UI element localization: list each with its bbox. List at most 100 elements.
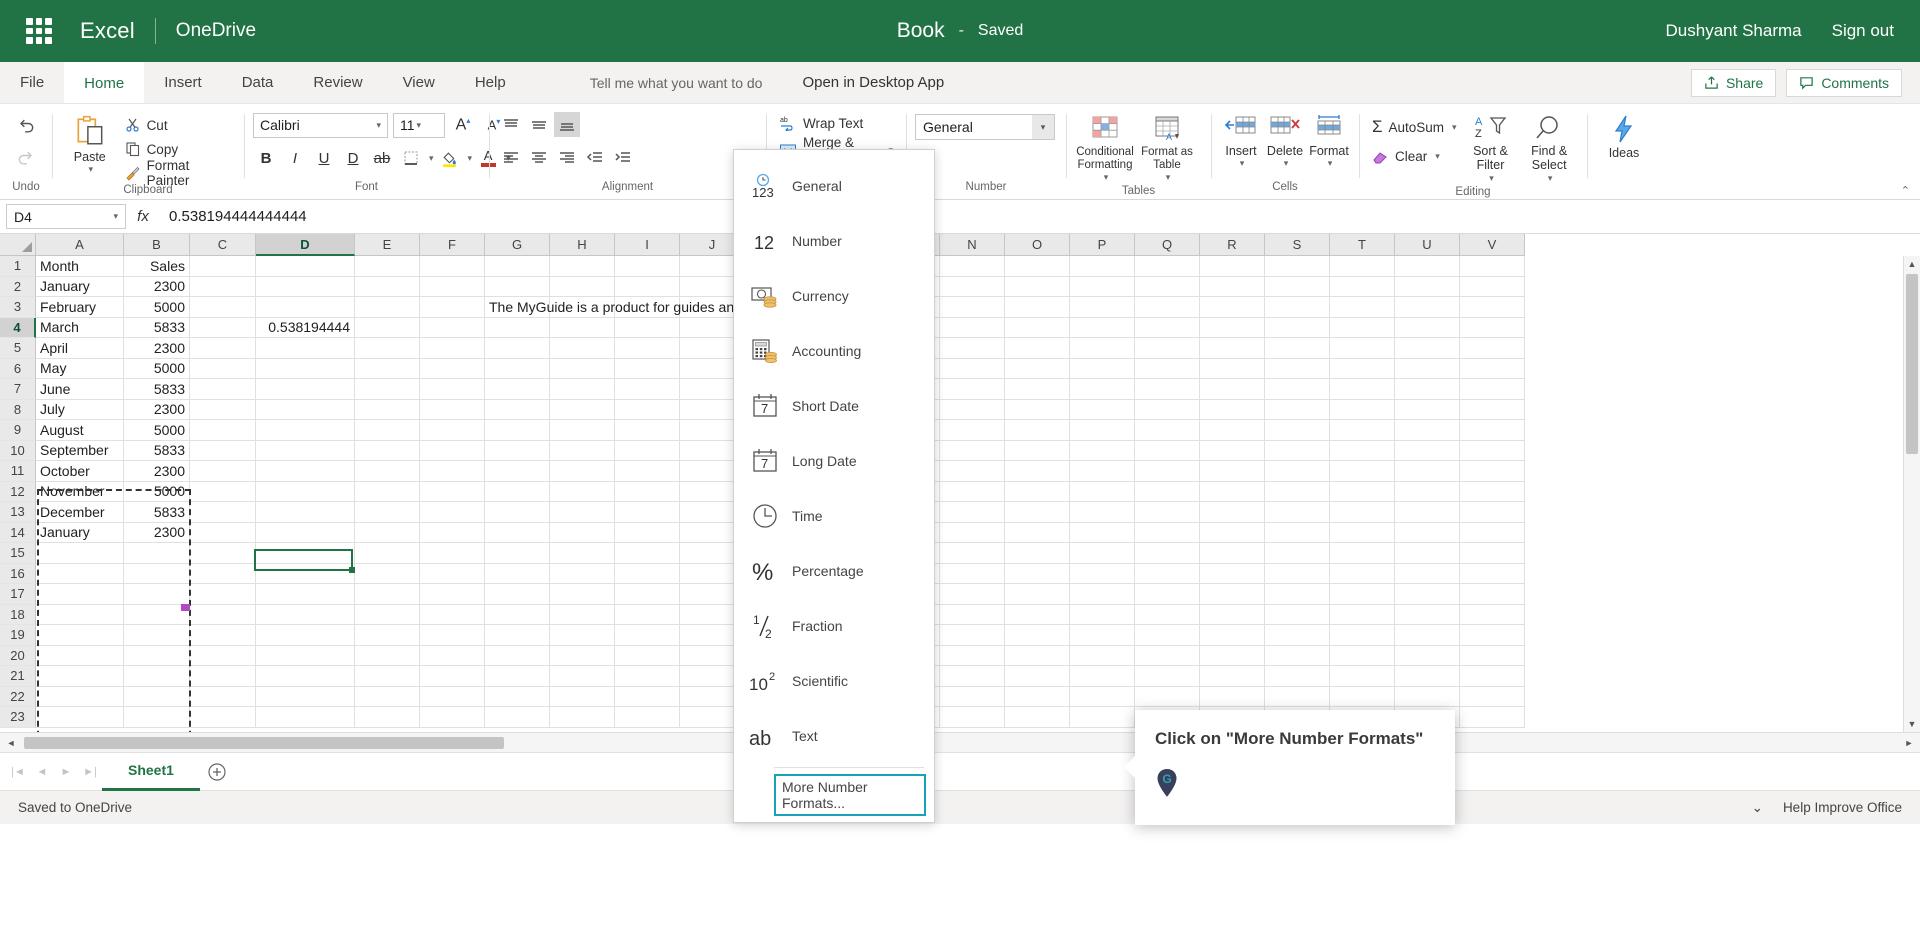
cell-G2[interactable] [485,277,550,298]
cell-C23[interactable] [190,707,256,728]
column-header-N[interactable]: N [940,234,1005,256]
cell-D12[interactable] [256,482,355,503]
number-format-chevron-down-icon[interactable]: ▾ [1032,115,1054,139]
cell-Q7[interactable] [1135,379,1200,400]
column-header-D[interactable]: D [256,234,355,256]
cell-I10[interactable] [615,441,680,462]
cell-O19[interactable] [1005,625,1070,646]
cell-B14[interactable]: 2300 [124,523,190,544]
cell-U6[interactable] [1395,359,1460,380]
cell-H6[interactable] [550,359,615,380]
cell-O16[interactable] [1005,564,1070,585]
cell-C17[interactable] [190,584,256,605]
cell-N9[interactable] [940,420,1005,441]
cell-E1[interactable] [355,256,420,277]
cell-A8[interactable]: July [36,400,124,421]
number-format-select[interactable]: General ▾ [915,114,1055,140]
cell-I20[interactable] [615,646,680,667]
cell-F18[interactable] [420,605,485,626]
cell-D14[interactable] [256,523,355,544]
cell-I22[interactable] [615,687,680,708]
cell-U19[interactable] [1395,625,1460,646]
cell-G13[interactable] [485,502,550,523]
cell-S8[interactable] [1265,400,1330,421]
cell-G20[interactable] [485,646,550,667]
cell-T6[interactable] [1330,359,1395,380]
cell-C11[interactable] [190,461,256,482]
cell-F8[interactable] [420,400,485,421]
copy-button[interactable]: Copy [121,138,235,160]
cell-T4[interactable] [1330,318,1395,339]
cell-R5[interactable] [1200,338,1265,359]
dropdown-item-percentage[interactable]: % Percentage [734,543,934,598]
cell-N21[interactable] [940,666,1005,687]
user-name[interactable]: Dushyant Sharma [1666,21,1802,41]
cell-H19[interactable] [550,625,615,646]
bold-button[interactable]: B [253,145,279,171]
insert-chevron-down-icon[interactable]: ▾ [1240,158,1245,169]
column-header-V[interactable]: V [1460,234,1525,256]
cell-N8[interactable] [940,400,1005,421]
status-chevron-down-icon[interactable]: ⌄ [1752,800,1763,816]
cell-O9[interactable] [1005,420,1070,441]
cell-R17[interactable] [1200,584,1265,605]
cell-D10[interactable] [256,441,355,462]
column-header-B[interactable]: B [124,234,190,256]
app-name[interactable]: Excel [80,18,135,44]
cell-R7[interactable] [1200,379,1265,400]
cell-P2[interactable] [1070,277,1135,298]
cell-N7[interactable] [940,379,1005,400]
row-header-22[interactable]: 22 [0,687,36,708]
cell-O1[interactable] [1005,256,1070,277]
cell-Q21[interactable] [1135,666,1200,687]
cell-H4[interactable] [550,318,615,339]
dropdown-item-fraction[interactable]: 1 2 Fraction [734,598,934,653]
cell-B10[interactable]: 5833 [124,441,190,462]
cell-P8[interactable] [1070,400,1135,421]
cell-F14[interactable] [420,523,485,544]
cell-Q22[interactable] [1135,687,1200,708]
cell-D2[interactable] [256,277,355,298]
cell-G15[interactable] [485,543,550,564]
cell-U8[interactable] [1395,400,1460,421]
open-in-desktop-app-button[interactable]: Open in Desktop App [784,62,962,103]
clear-chevron-down-icon[interactable]: ▾ [1435,151,1440,162]
cell-Q4[interactable] [1135,318,1200,339]
cell-B16[interactable] [124,564,190,585]
cell-N2[interactable] [940,277,1005,298]
row-header-19[interactable]: 19 [0,625,36,646]
cell-O5[interactable] [1005,338,1070,359]
column-header-P[interactable]: P [1070,234,1135,256]
cell-T20[interactable] [1330,646,1395,667]
find-select-button[interactable]: Find & Select ▾ [1520,112,1578,186]
cell-R12[interactable] [1200,482,1265,503]
cell-N13[interactable] [940,502,1005,523]
cell-A14[interactable]: January [36,523,124,544]
cell-H23[interactable] [550,707,615,728]
cell-C15[interactable] [190,543,256,564]
tab-home[interactable]: Home [64,62,144,103]
cell-A19[interactable] [36,625,124,646]
cell-E17[interactable] [355,584,420,605]
cell-U22[interactable] [1395,687,1460,708]
cell-D13[interactable] [256,502,355,523]
cell-I12[interactable] [615,482,680,503]
cell-Q11[interactable] [1135,461,1200,482]
tab-data[interactable]: Data [222,62,294,103]
conditional-formatting-chevron-down-icon[interactable]: ▾ [1104,172,1109,183]
cell-A6[interactable]: May [36,359,124,380]
cell-R16[interactable] [1200,564,1265,585]
cell-P9[interactable] [1070,420,1135,441]
cell-Q13[interactable] [1135,502,1200,523]
dropdown-item-number[interactable]: 12 Number [734,213,934,268]
cell-G14[interactable] [485,523,550,544]
cell-P4[interactable] [1070,318,1135,339]
sort-filter-chevron-down-icon[interactable]: ▾ [1489,173,1494,184]
cell-Q3[interactable] [1135,297,1200,318]
cell-U11[interactable] [1395,461,1460,482]
cell-N5[interactable] [940,338,1005,359]
delete-cells-button[interactable]: Delete ▾ [1264,112,1306,171]
cell-S17[interactable] [1265,584,1330,605]
cell-S13[interactable] [1265,502,1330,523]
sign-out-button[interactable]: Sign out [1832,21,1894,41]
